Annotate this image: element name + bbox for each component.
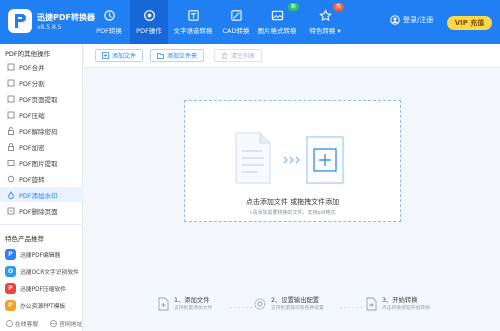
app-logo (8, 9, 32, 33)
recommend-item-ocr[interactable]: O 迅捷OCR文字识别软件 (5, 263, 83, 279)
file-add-icon (158, 297, 169, 311)
online-service-link[interactable]: 在线客服 (6, 319, 38, 328)
add-file-button[interactable]: 添加文件 (95, 49, 144, 62)
step-separator: - - - - - - (230, 304, 253, 311)
recommend-item-pdf-editor[interactable]: P 迅捷PDF编辑器 (5, 246, 83, 262)
ppt-icon: P (5, 299, 16, 311)
trash-icon (222, 52, 227, 59)
tab-pdf-convert[interactable]: PDF转换 (90, 0, 128, 44)
add-file-icon (102, 52, 109, 59)
sidebar-item-encrypt[interactable]: PDF加密 (0, 139, 83, 154)
compress-icon (7, 111, 15, 118)
sidebar-footer: 在线客服 官网地址 (0, 315, 83, 331)
add-folder-button[interactable]: 添加文件夹 (150, 49, 205, 62)
tab-text-speech[interactable]: 文字语音转换 (169, 0, 217, 44)
steps-bar: 1、添加文件 支持批量添加文件 - - - - - - 2、设置输出配置 支持批… (84, 289, 500, 329)
clear-list-button[interactable]: 清空列表 (214, 49, 263, 62)
recommend-item-pdf-compress[interactable]: P 迅捷PDF压缩软件 (5, 280, 83, 296)
dropzone-hint: •请添加需要转换的文件，支持pdf格式 (249, 210, 336, 216)
sidebar-item-watermark[interactable]: PDF添加水印 (0, 187, 83, 202)
ocr-icon: O (5, 265, 16, 277)
tab-label: PDF操作 (136, 27, 162, 35)
sidebar-item-pdf-merge[interactable]: PDF合并 (0, 59, 83, 74)
step-add-file: 1、添加文件 支持批量添加文件 (156, 297, 212, 312)
merge-icon (7, 63, 15, 70)
split-icon (7, 79, 15, 86)
new-badge: 新 (288, 3, 300, 11)
hot-badge: 热 (333, 3, 345, 11)
sidebar-divider (0, 224, 83, 225)
tab-label: 特色转换 ▾ (309, 27, 341, 35)
tab-label: 图片格式转换 (257, 27, 297, 35)
sidebar-item-page-extract[interactable]: PDF页面提取 (0, 91, 83, 106)
user-icon (390, 15, 400, 25)
sidebar-item-image-extract[interactable]: PDF图片提取 (0, 155, 83, 170)
sidebar-item-rotate[interactable]: PDF旋转 (0, 171, 83, 186)
app-version: v8.5.8.5 (37, 24, 62, 31)
step-settings: 2、设置输出配置 支持批量操作和各种设置 (253, 297, 324, 312)
login-label: 登录/注册 (403, 16, 434, 24)
sidebar-heading: PDF的其他操作 (5, 50, 51, 58)
sidebar-item-pdf-split[interactable]: PDF分割 (0, 75, 83, 90)
delete-page-icon (7, 207, 15, 214)
login-link[interactable]: 登录/注册 (390, 15, 433, 25)
refresh-icon (103, 10, 115, 21)
sidebar-item-compress[interactable]: PDF压缩 (0, 107, 83, 122)
tab-label: PDF转换 (96, 27, 122, 35)
watermark-icon (8, 190, 14, 199)
vip-button[interactable]: VIP 充值 (447, 16, 492, 30)
folder-icon (157, 53, 164, 59)
convert-icon (366, 297, 377, 311)
tab-cad-convert[interactable]: CAD转换 (218, 0, 254, 44)
recommend-item-ppt-template[interactable]: P 办公资源PPT模板 (5, 297, 83, 313)
image-icon (271, 10, 283, 21)
tab-pdf-operation[interactable]: PDF操作 (130, 0, 168, 44)
tab-label: CAD转换 (222, 27, 250, 35)
text-icon (187, 10, 199, 21)
star-icon (318, 9, 332, 22)
tab-label: 文字语音转换 (173, 27, 213, 35)
settings-icon (254, 298, 266, 310)
cad-icon (230, 10, 242, 21)
step-separator: - - - - - - (340, 304, 363, 311)
gear-icon (143, 10, 155, 21)
step-start-convert: 3、开始转换 点击转换按钮开始转换 (364, 297, 430, 312)
picture-icon (7, 159, 15, 166)
app-title: 迅捷PDF转换器 (37, 13, 95, 22)
globe-icon (50, 319, 58, 327)
pdf-editor-icon: P (5, 248, 16, 260)
pdf-compress-icon: P (5, 282, 16, 294)
file-dropzone[interactable]: 点击添加文件 或拖拽文件添加 •请添加需要转换的文件，支持pdf格式 (184, 100, 401, 222)
dropzone-title: 点击添加文件 或拖拽文件添加 (245, 198, 340, 206)
headset-icon (6, 319, 13, 327)
top-bar: 迅捷PDF转换器 v8.5.8.5 PDF转换 PDF操作 文字语音转换 CAD… (0, 0, 500, 44)
sidebar-item-delete-page[interactable]: PDF删除页面 (0, 203, 83, 218)
rotate-icon (7, 175, 15, 182)
lock-icon (8, 142, 14, 151)
extract-icon (7, 95, 15, 102)
add-file-illustration (235, 132, 344, 184)
sidebar-item-unlock[interactable]: PDF解除密码 (0, 123, 83, 138)
website-link[interactable]: 官网地址 (50, 319, 82, 328)
toolbar: 添加文件 添加文件夹 清空列表 (84, 44, 500, 68)
recommend-heading: 特色产品推荐 (5, 235, 44, 243)
unlock-icon (8, 126, 14, 135)
main-area: 点击添加文件 或拖拽文件添加 •请添加需要转换的文件，支持pdf格式 1、添加文… (84, 68, 500, 331)
